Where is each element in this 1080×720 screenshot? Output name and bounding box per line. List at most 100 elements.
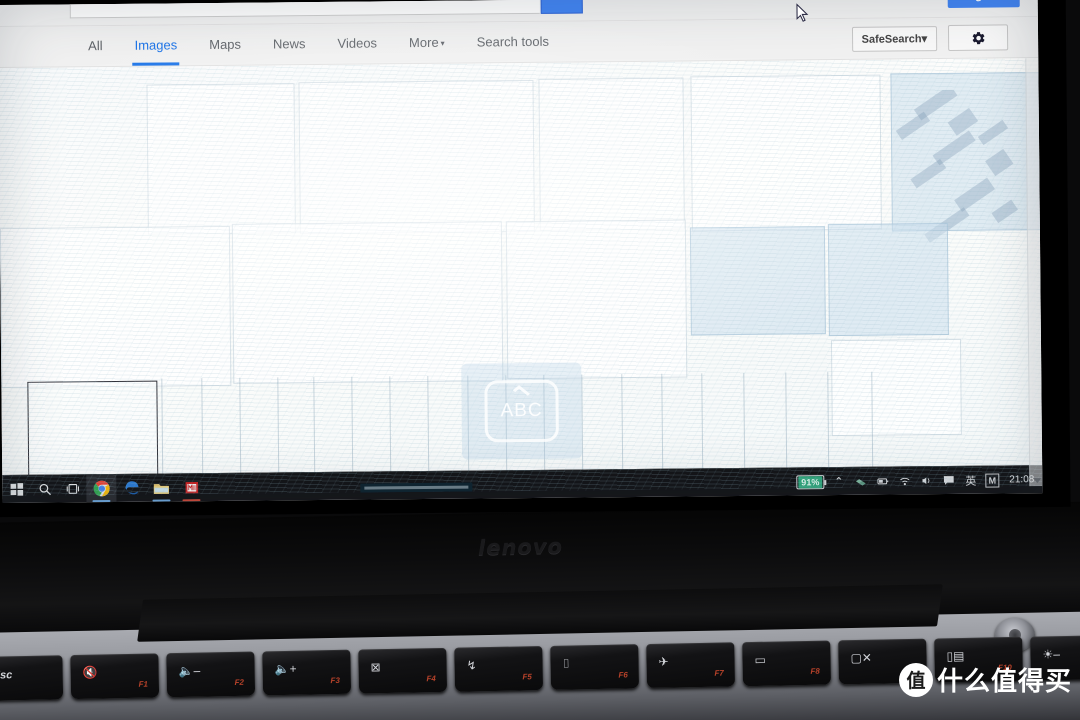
key-f8-display[interactable]: ▭ F8: [742, 640, 832, 687]
taskbar-app-chrome[interactable]: [86, 474, 117, 503]
image-thumbnail[interactable]: [298, 79, 535, 235]
key-f5-label: F5: [522, 672, 532, 682]
image-thumbnail[interactable]: [0, 225, 232, 389]
ime-abc-indicator: ABC: [461, 362, 583, 460]
nav-tab-search-tools[interactable]: Search tools: [474, 22, 551, 62]
watermark-logo-mark: 值: [898, 662, 933, 697]
chevron-down-icon: ▾: [440, 38, 445, 48]
cursor-arrow-icon: [796, 3, 809, 22]
speech-bubble-icon: [943, 476, 954, 485]
key-esc[interactable]: Esc: [0, 655, 64, 701]
battery-percent-label: 91%: [798, 475, 823, 488]
smzdm-watermark: 值 什么值得买: [898, 661, 1072, 698]
image-thumbnail[interactable]: [890, 71, 1043, 243]
key-f3-label: F3: [330, 675, 340, 686]
volume-tray-icon[interactable]: [919, 473, 934, 488]
battery-small-icon: [877, 478, 889, 485]
watermark-text: 什么值得买: [936, 667, 1072, 697]
search-button[interactable]: [540, 0, 583, 14]
safesearch-button[interactable]: SafeSearch▾: [851, 25, 938, 52]
navbar-right-controls: SafeSearch▾: [851, 24, 1038, 52]
nav-tab-maps-label: Maps: [209, 36, 242, 52]
taskbar-search-button[interactable]: [30, 475, 58, 503]
nav-tab-videos[interactable]: Videos: [335, 24, 379, 63]
nav-tab-search-tools-label: Search tools: [476, 33, 549, 49]
touchpad-off-icon: ⌷: [562, 656, 570, 671]
image-thumbnail[interactable]: [827, 222, 949, 337]
nav-tab-images[interactable]: Images: [132, 26, 179, 65]
search-icon: [39, 483, 51, 496]
nav-tab-all[interactable]: All: [86, 27, 105, 66]
wifi-icon: [900, 477, 910, 486]
key-f7-label: F7: [714, 668, 724, 678]
key-f4-label: F4: [426, 674, 436, 684]
key-f3-volume-up[interactable]: 🔈+ F3: [262, 649, 352, 696]
key-f6-label: F6: [618, 670, 628, 680]
key-f1-label: F1: [138, 679, 148, 689]
ime-language-indicator[interactable]: 英: [963, 473, 978, 488]
show-hidden-icons-chevron-icon[interactable]: ⌃: [831, 474, 846, 489]
action-center-tray-icon[interactable]: [941, 473, 956, 488]
taskbar-app-edge[interactable]: [116, 474, 146, 502]
image-results-grid: ABC: [0, 58, 1043, 497]
airplane-mode-icon: ✈: [658, 654, 669, 669]
battery-indicator[interactable]: 91%: [796, 474, 825, 489]
windows-logo-icon: [10, 483, 23, 496]
key-f5-refresh[interactable]: ↯ F5: [454, 646, 544, 692]
taskbar-app-red[interactable]: [176, 474, 206, 502]
gear-icon: [972, 31, 984, 44]
image-thumbnail[interactable]: [505, 219, 688, 380]
image-thumbnail[interactable]: [538, 77, 685, 231]
key-f7-airplane[interactable]: ✈ F7: [646, 642, 736, 689]
caret-up-icon: [512, 385, 531, 400]
start-button[interactable]: [2, 475, 30, 503]
brightness-down-icon: ☀–: [1042, 647, 1061, 662]
nav-tab-all-label: All: [88, 37, 103, 53]
image-thumbnail[interactable]: [146, 83, 296, 235]
volume-down-icon: 🔈–: [178, 663, 201, 679]
task-view-icon: [66, 483, 79, 494]
mute-icon: 🔇: [82, 665, 98, 680]
image-thumbnail[interactable]: [231, 221, 504, 384]
image-thumbnail[interactable]: [689, 226, 826, 336]
camera-off-icon: ▢✕: [850, 650, 873, 666]
chevron-down-icon: ▾: [921, 32, 928, 45]
laptop-screen-frame: Sign in All Images Maps News Videos More…: [0, 0, 1071, 518]
page-scrollbar[interactable]: [1025, 58, 1043, 487]
nav-tab-news[interactable]: News: [271, 25, 308, 64]
ime-key-outline: ABC: [484, 379, 559, 443]
nav-tab-maps[interactable]: Maps: [207, 25, 243, 64]
task-view-button[interactable]: [58, 475, 86, 503]
nav-tab-more[interactable]: More ▾: [407, 23, 447, 62]
key-f1-mute[interactable]: 🔇 F1: [70, 653, 160, 700]
scroll-down-arrow-icon[interactable]: [1033, 478, 1042, 484]
media-tray-icon[interactable]: M: [985, 472, 1000, 488]
edge-icon: [124, 481, 139, 495]
search-input[interactable]: [69, 0, 540, 19]
volume-up-icon: 🔈+: [274, 661, 297, 677]
nav-tab-more-label: More: [408, 34, 439, 50]
image-thumbnail[interactable]: [690, 74, 882, 232]
power-tray-icon[interactable]: [875, 474, 890, 489]
photo-of-laptop: lenovo Esc 🔇 F1 🔈– F2 🔈+ F3 ⊠ F4 ↯ F5 ⌷ …: [0, 0, 1080, 720]
nav-tab-images-label: Images: [134, 36, 178, 53]
safesearch-label: SafeSearch: [861, 32, 922, 46]
folder-icon: [153, 483, 169, 494]
browser-status-bar: [360, 482, 473, 493]
speaker-icon: [922, 477, 930, 484]
red-app-icon: [185, 482, 198, 494]
dropbox-tray-icon[interactable]: [853, 474, 868, 489]
chrome-icon: [93, 480, 110, 497]
taskbar-app-file-explorer[interactable]: [146, 474, 176, 502]
nav-tab-news-label: News: [272, 35, 306, 51]
laptop-screen: Sign in All Images Maps News Videos More…: [0, 0, 1043, 504]
key-f4-close-window[interactable]: ⊠ F4: [358, 647, 448, 694]
sign-in-button[interactable]: Sign in: [947, 0, 1020, 8]
key-f6-touchpad[interactable]: ⌷ F6: [550, 644, 640, 690]
display-toggle-icon: ▭: [754, 652, 767, 667]
settings-button[interactable]: [947, 24, 1009, 51]
key-f2-volume-down[interactable]: 🔈– F2: [166, 651, 256, 698]
wifi-tray-icon[interactable]: [897, 473, 912, 488]
system-tray: 91% ⌃ 英 M 21:08: [796, 472, 1042, 489]
lenovo-brand-logo: lenovo: [477, 534, 564, 560]
